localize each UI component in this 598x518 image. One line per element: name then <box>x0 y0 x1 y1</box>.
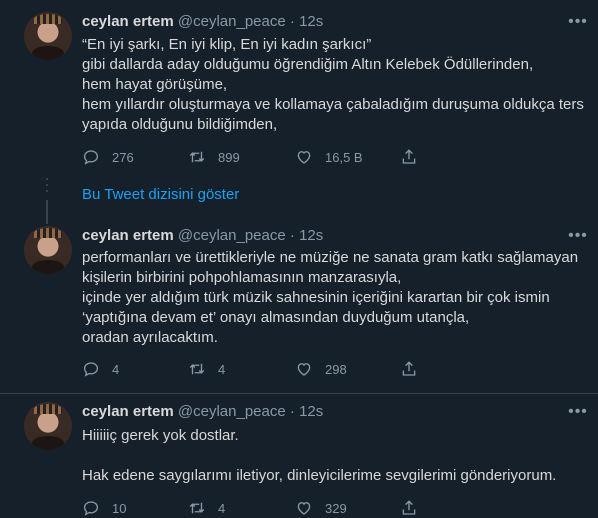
like-button[interactable]: 298 <box>295 359 347 379</box>
separator: · <box>289 13 295 30</box>
retweet-button[interactable]: 899 <box>188 147 240 167</box>
share-icon <box>402 361 416 376</box>
tweet-header: ceylan ertem @ceylan_peace · 12s <box>82 12 323 32</box>
author-name[interactable]: ceylan ertem <box>82 403 174 420</box>
more-icon[interactable]: ••• <box>568 226 588 246</box>
author-name[interactable]: ceylan ertem <box>82 13 174 30</box>
tweet-text: performanları ve ürettikleriyle ne müziğ… <box>82 248 582 348</box>
thread-line <box>46 200 48 224</box>
thread-connector <box>46 178 48 196</box>
like-count: 16,5 B <box>325 149 363 165</box>
retweet-count: 4 <box>218 500 226 516</box>
retweet-button[interactable]: 4 <box>188 498 225 518</box>
tweet-line: içinde yer aldığım türk müzik sahnesinin… <box>82 289 550 306</box>
avatar[interactable] <box>24 12 72 60</box>
tweet-actions: 276 899 16,5 B <box>82 147 512 167</box>
tweet-actions: 10 4 329 <box>82 498 512 518</box>
tweet-header: ceylan ertem @ceylan_peace · 12s <box>82 226 323 246</box>
retweet-icon <box>189 502 205 514</box>
share-button[interactable] <box>400 498 430 518</box>
more-icon[interactable]: ••• <box>568 402 588 422</box>
reply-count: 276 <box>112 149 134 165</box>
timestamp[interactable]: 12s <box>299 227 323 244</box>
tweet-2[interactable]: ceylan ertem @ceylan_peace · 12s ••• per… <box>0 224 598 394</box>
reply-count: 4 <box>112 361 120 377</box>
retweet-button[interactable]: 4 <box>188 359 225 379</box>
like-count: 298 <box>325 361 347 377</box>
author-name[interactable]: ceylan ertem <box>82 227 174 244</box>
heart-icon <box>297 151 311 164</box>
timestamp[interactable]: 12s <box>299 13 323 30</box>
tweet-header: ceylan ertem @ceylan_peace · 12s <box>82 402 323 422</box>
tweet-line <box>82 446 582 466</box>
like-button[interactable]: 16,5 B <box>295 147 363 167</box>
avatar[interactable] <box>24 226 72 274</box>
more-icon[interactable]: ••• <box>568 12 588 32</box>
timestamp[interactable]: 12s <box>299 403 323 420</box>
share-button[interactable] <box>400 359 430 379</box>
reply-icon <box>83 362 99 377</box>
like-count: 329 <box>325 500 347 516</box>
tweet-line: oradan ayrılacaktım. <box>82 329 218 346</box>
avatar[interactable] <box>24 402 72 450</box>
tweet-line: gibi dallarda aday olduğumu öğrendiğim A… <box>82 56 534 73</box>
tweet-line: yapıda olduğunu bildiğimden, <box>82 116 278 133</box>
tweet-line: hem yıllardır oluşturmaya ve kollamaya ç… <box>82 96 584 113</box>
author-handle[interactable]: @ceylan_peace <box>178 227 286 244</box>
reply-count: 10 <box>112 500 127 516</box>
tweet-line: ‘yaptığına devam et’ onayı almasından du… <box>82 309 470 326</box>
tweet-text: Hiiiiiç gerek yok dostlar. Hak edene say… <box>82 426 582 486</box>
separator: · <box>289 403 295 420</box>
retweet-icon <box>189 151 205 163</box>
tweet-1[interactable]: ceylan ertem @ceylan_peace · 12s ••• “En… <box>0 0 598 175</box>
reply-button[interactable]: 4 <box>82 359 119 379</box>
reply-icon <box>83 501 99 516</box>
tweet-line: “En iyi şarkı, En iyi klip, En iyi kadın… <box>82 36 372 53</box>
reply-button[interactable]: 10 <box>82 498 126 518</box>
tweet-line: kişilerin birbirini pohpohlamasının manz… <box>82 269 402 286</box>
author-handle[interactable]: @ceylan_peace <box>178 13 286 30</box>
author-handle[interactable]: @ceylan_peace <box>178 403 286 420</box>
tweet-line: performanları ve ürettikleriyle ne müziğ… <box>82 249 579 266</box>
like-button[interactable]: 329 <box>295 498 347 518</box>
tweet-line: Hiiiiiç gerek yok dostlar. <box>82 427 239 444</box>
separator: · <box>289 227 295 244</box>
tweet-actions: 4 4 298 <box>82 359 512 379</box>
share-icon <box>402 500 416 515</box>
retweet-count: 899 <box>218 149 240 165</box>
tweet-line: Hak edene saygılarımı iletiyor, dinleyic… <box>82 467 557 484</box>
retweet-count: 4 <box>218 361 226 377</box>
show-thread-link[interactable]: Bu Tweet dizisini göster <box>82 185 239 205</box>
share-icon <box>402 149 416 164</box>
heart-icon <box>297 502 311 515</box>
tweet-text: “En iyi şarkı, En iyi klip, En iyi kadın… <box>82 35 584 135</box>
tweet-3[interactable]: ceylan ertem @ceylan_peace · 12s ••• Hii… <box>0 394 598 516</box>
reply-icon <box>83 150 99 165</box>
retweet-icon <box>189 363 205 375</box>
tweet-line: hem hayat görüşüme, <box>82 76 228 93</box>
reply-button[interactable]: 276 <box>82 147 134 167</box>
share-button[interactable] <box>400 147 430 167</box>
heart-icon <box>297 363 311 376</box>
